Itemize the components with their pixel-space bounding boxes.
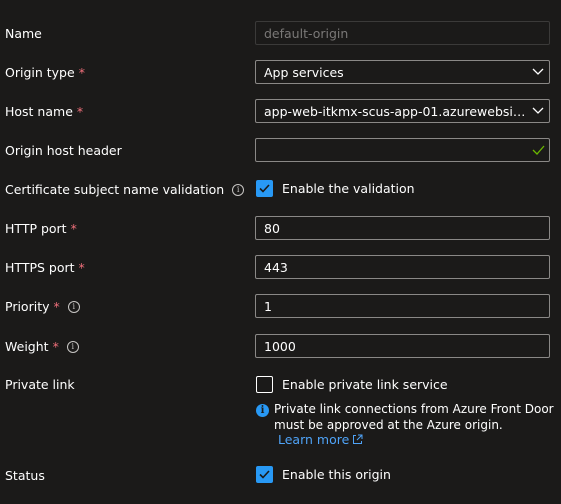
info-icon[interactable]: i [67, 300, 80, 313]
status-checkbox-label[interactable]: Enable this origin [282, 467, 391, 482]
name-label: Name [5, 26, 42, 41]
checkmark-icon [259, 470, 270, 479]
weight-input[interactable]: 1000 [255, 334, 550, 358]
origin-type-dropdown[interactable]: App services [255, 60, 550, 84]
http-port-input[interactable]: 80 [255, 216, 550, 240]
origin-host-header-label: Origin host header [5, 143, 122, 158]
cert-validation-label: Certificate subject name validation i [5, 182, 245, 197]
name-input: default-origin [255, 21, 550, 45]
chevron-down-icon [527, 107, 549, 115]
origin-type-label: Origin type * [5, 65, 85, 80]
learn-more-link[interactable]: Learn more [278, 432, 363, 447]
info-icon[interactable]: i [232, 183, 245, 196]
private-link-info-text: Private link connections from Azure Fron… [274, 402, 554, 432]
priority-label: Priority * i [5, 299, 80, 314]
required-asterisk: * [53, 299, 60, 314]
cert-validation-checkbox[interactable] [256, 180, 273, 197]
https-port-label: HTTPS port * [5, 260, 85, 275]
external-link-icon [353, 434, 363, 444]
status-label: Status [5, 468, 45, 483]
private-link-checkbox[interactable] [256, 376, 273, 393]
http-port-label: HTTP port * [5, 221, 77, 236]
origin-host-header-input[interactable] [255, 138, 550, 162]
valid-check-icon [527, 145, 549, 155]
priority-input[interactable]: 1 [255, 294, 550, 318]
chevron-down-icon [527, 68, 549, 76]
info-icon[interactable]: i [66, 340, 79, 353]
required-asterisk: * [70, 221, 77, 236]
cert-validation-checkbox-label[interactable]: Enable the validation [282, 181, 415, 196]
checkmark-icon [259, 184, 270, 193]
info-filled-icon: i [256, 404, 269, 417]
host-name-label: Host name * [5, 104, 84, 119]
weight-label: Weight * i [5, 339, 79, 354]
host-name-dropdown[interactable]: app-web-itkmx-scus-app-01.azurewebsite..… [255, 99, 550, 123]
required-asterisk: * [78, 260, 85, 275]
private-link-label: Private link [5, 377, 75, 392]
required-asterisk: * [52, 339, 59, 354]
required-asterisk: * [76, 104, 84, 119]
https-port-input[interactable]: 443 [255, 255, 550, 279]
private-link-checkbox-label[interactable]: Enable private link service [282, 377, 448, 392]
required-asterisk: * [78, 65, 85, 80]
status-checkbox[interactable] [256, 466, 273, 483]
